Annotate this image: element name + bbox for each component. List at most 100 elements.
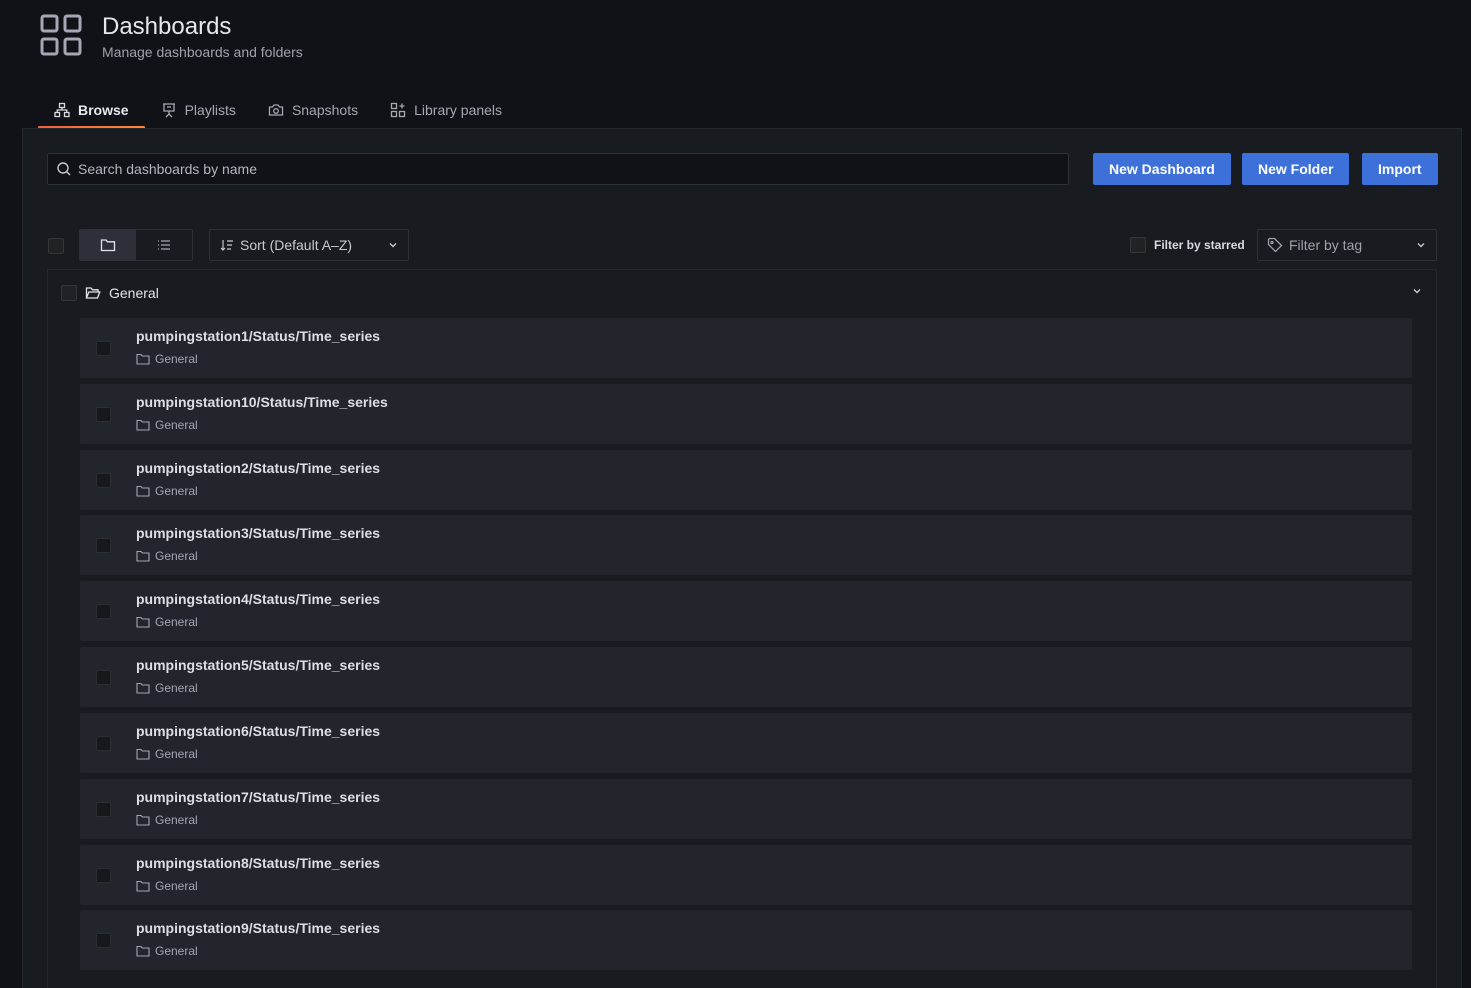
dashboard-title[interactable]: pumpingstation10/Status/Time_series <box>136 394 388 410</box>
view-toggle <box>79 229 193 261</box>
dashboard-folder: General <box>136 747 198 761</box>
row-checkbox[interactable] <box>96 736 111 751</box>
dashboard-title[interactable]: pumpingstation2/Status/Time_series <box>136 460 380 476</box>
apps-icon <box>390 102 406 118</box>
new-folder-button[interactable]: New Folder <box>1242 153 1350 185</box>
dashboard-title[interactable]: pumpingstation9/Status/Time_series <box>136 920 380 936</box>
dashboards-grid-icon <box>40 14 82 56</box>
dashboard-folder: General <box>136 879 198 893</box>
row-checkbox[interactable] <box>96 538 111 553</box>
new-dashboard-button[interactable]: New Dashboard <box>1093 153 1231 185</box>
tab-label: Snapshots <box>291 102 359 118</box>
folder-icon <box>136 485 150 497</box>
folder-icon <box>100 239 116 252</box>
row-checkbox[interactable] <box>96 473 111 488</box>
dashboard-row[interactable]: pumpingstation8/Status/Time_series Gener… <box>80 845 1412 905</box>
dashboard-row[interactable]: pumpingstation2/Status/Time_series Gener… <box>80 450 1412 510</box>
folder-label: General <box>155 681 198 695</box>
folder-label: General <box>155 879 198 893</box>
folder-icon <box>136 616 150 628</box>
tab-snapshots[interactable]: Snapshots <box>252 92 374 128</box>
tab-label: Library panels <box>414 102 503 118</box>
dashboard-row[interactable]: pumpingstation6/Status/Time_series Gener… <box>80 713 1412 773</box>
folder-icon <box>136 945 150 957</box>
dashboard-title[interactable]: pumpingstation4/Status/Time_series <box>136 591 380 607</box>
dashboard-folder: General <box>136 681 198 695</box>
folder-open-icon <box>85 287 101 299</box>
row-checkbox[interactable] <box>96 868 111 883</box>
dashboard-row[interactable]: pumpingstation3/Status/Time_series Gener… <box>80 515 1412 575</box>
folder-label: General <box>155 747 198 761</box>
camera-icon <box>268 104 284 116</box>
presentation-icon <box>162 103 175 118</box>
folder-header[interactable]: General <box>48 270 1436 316</box>
row-checkbox[interactable] <box>96 802 111 817</box>
dashboard-folder: General <box>136 549 198 563</box>
dashboard-title[interactable]: pumpingstation5/Status/Time_series <box>136 657 380 673</box>
folder-view-button[interactable] <box>80 230 136 260</box>
tag-filter-placeholder: Filter by tag <box>1289 237 1363 253</box>
dashboard-row[interactable]: pumpingstation7/Status/Time_series Gener… <box>80 779 1412 839</box>
dashboard-title[interactable]: pumpingstation6/Status/Time_series <box>136 723 380 739</box>
folder-icon <box>136 353 150 365</box>
tag-icon <box>1267 237 1283 253</box>
search-icon <box>57 162 71 176</box>
folder-label: General <box>155 813 198 827</box>
starred-checkbox[interactable] <box>1130 237 1146 253</box>
starred-label: Filter by starred <box>1154 238 1245 252</box>
folder-icon <box>136 550 150 562</box>
browse-panel: New Dashboard New Folder Import Sort (De… <box>22 128 1462 988</box>
dashboard-row[interactable]: pumpingstation9/Status/Time_series Gener… <box>80 910 1412 970</box>
filter-by-starred[interactable]: Filter by starred <box>1130 237 1245 253</box>
tab-library-panels[interactable]: Library panels <box>374 92 518 128</box>
list-view-button[interactable] <box>136 230 192 260</box>
tab-browse[interactable]: Browse <box>38 92 145 129</box>
row-checkbox[interactable] <box>96 604 111 619</box>
folder-label: General <box>155 549 198 563</box>
tab-playlists[interactable]: Playlists <box>145 92 252 128</box>
tag-filter-select[interactable]: Filter by tag <box>1257 229 1437 261</box>
row-checkbox[interactable] <box>96 933 111 948</box>
folder-checkbox[interactable] <box>61 285 77 301</box>
sort-select[interactable]: Sort (Default A–Z) <box>209 229 409 261</box>
folder-icon <box>136 682 150 694</box>
dashboard-title[interactable]: pumpingstation8/Status/Time_series <box>136 855 380 871</box>
folder-label: General <box>155 352 198 366</box>
dashboard-row[interactable]: pumpingstation5/Status/Time_series Gener… <box>80 647 1412 707</box>
import-button[interactable]: Import <box>1362 153 1438 185</box>
page-header: Dashboards Manage dashboards and folders <box>40 12 303 60</box>
dashboard-folder: General <box>136 352 198 366</box>
folder-icon <box>136 880 150 892</box>
folder-name: General <box>109 285 159 301</box>
dashboard-title[interactable]: pumpingstation1/Status/Time_series <box>136 328 380 344</box>
row-checkbox[interactable] <box>96 341 111 356</box>
dashboard-row[interactable]: pumpingstation1/Status/Time_series Gener… <box>80 318 1412 378</box>
tab-bar: Browse Playlists Snapshots Library panel… <box>38 92 518 129</box>
tab-label: Browse <box>78 102 129 118</box>
row-checkbox[interactable] <box>96 670 111 685</box>
select-all-checkbox[interactable] <box>48 238 64 254</box>
chevron-down-icon[interactable] <box>1412 286 1422 296</box>
dashboard-row[interactable]: pumpingstation4/Status/Time_series Gener… <box>80 581 1412 641</box>
dashboard-folder: General <box>136 944 198 958</box>
folder-icon <box>136 419 150 431</box>
dashboard-row[interactable]: pumpingstation10/Status/Time_series Gene… <box>80 384 1412 444</box>
page-subtitle: Manage dashboards and folders <box>102 44 303 60</box>
folder-icon <box>136 748 150 760</box>
folder-section-general: General pumpingstation1/Status/Time_seri… <box>47 269 1437 988</box>
tab-label: Playlists <box>184 102 236 118</box>
folder-label: General <box>155 944 198 958</box>
dashboard-title[interactable]: pumpingstation7/Status/Time_series <box>136 789 380 805</box>
search-box[interactable] <box>47 153 1069 185</box>
page-title: Dashboards <box>102 13 232 40</box>
dashboard-title[interactable]: pumpingstation3/Status/Time_series <box>136 525 380 541</box>
folder-label: General <box>155 418 198 432</box>
search-input[interactable] <box>78 161 1040 177</box>
row-checkbox[interactable] <box>96 407 111 422</box>
folder-label: General <box>155 484 198 498</box>
sort-label: Sort (Default A–Z) <box>240 237 353 253</box>
dashboard-folder: General <box>136 615 198 629</box>
folder-label: General <box>155 615 198 629</box>
dashboard-folder: General <box>136 484 198 498</box>
dashboard-folder: General <box>136 813 198 827</box>
